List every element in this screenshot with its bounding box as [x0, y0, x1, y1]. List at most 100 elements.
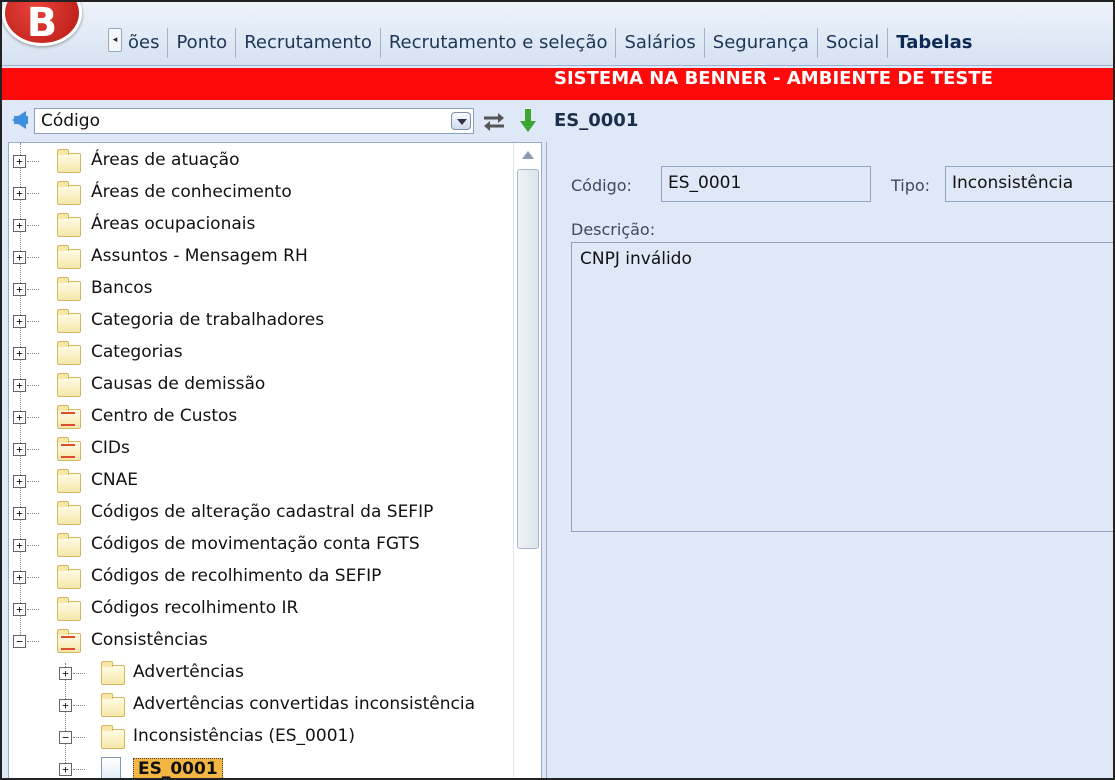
collapse-icon[interactable]: −: [59, 731, 72, 744]
menu-item-salarios[interactable]: Salários: [616, 28, 705, 58]
expand-icon[interactable]: +: [13, 251, 26, 264]
descricao-label: Descrição:: [571, 220, 656, 239]
menu-item-recrutamento[interactable]: Recrutamento: [236, 28, 381, 58]
folder-icon: [57, 213, 81, 237]
folder-icon: [101, 725, 125, 749]
environment-banner: SISTEMA NA BENNER - AMBIENTE DE TESTE: [2, 68, 1113, 100]
tipo-field[interactable]: Inconsistência: [945, 166, 1113, 202]
tree-item-label: Códigos recolhimento IR: [91, 598, 299, 618]
tree-connector: [27, 257, 39, 258]
tree-item-label: Advertências convertidas inconsistência: [133, 694, 476, 714]
folder-icon: [57, 469, 81, 493]
expand-icon[interactable]: +: [13, 155, 26, 168]
folder-icon: [57, 245, 81, 269]
expand-icon[interactable]: +: [13, 507, 26, 520]
tree-order-combo[interactable]: Código: [34, 108, 474, 134]
tree-item-label: Categorias: [91, 342, 183, 362]
tree-connector: [27, 481, 39, 482]
folder-icon: [57, 501, 81, 525]
expand-icon[interactable]: +: [13, 187, 26, 200]
menu-scroll-left-button[interactable]: ◂: [108, 28, 122, 52]
menu-item-acoes[interactable]: ões: [124, 28, 169, 58]
tree-item-label: Bancos: [91, 278, 153, 298]
tree-item-label: Áreas ocupacionais: [91, 214, 256, 234]
list-folder-icon: [57, 629, 81, 653]
tree-item-label: Códigos de alteração cadastral da SEFIP: [91, 502, 434, 522]
expand-icon[interactable]: +: [13, 379, 26, 392]
tree-order-combo-value: Código: [41, 111, 100, 131]
back-arrow-icon[interactable]: [12, 111, 28, 129]
folder-icon: [57, 373, 81, 397]
top-menu-bar: B ◂ ões Ponto Recrutamento Recrutamento …: [2, 2, 1113, 66]
chevron-down-icon[interactable]: [451, 112, 471, 130]
menu-item-social[interactable]: Social: [818, 28, 889, 58]
record-title: ES_0001: [554, 110, 639, 131]
expand-icon[interactable]: +: [59, 699, 72, 712]
expand-icon[interactable]: +: [13, 539, 26, 552]
tree-connector: [27, 289, 39, 290]
tree-item-label: Inconsistências (ES_0001): [133, 726, 355, 746]
folder-icon: [57, 597, 81, 621]
tree-connector: [73, 705, 85, 706]
toolbar: Código ES_0001: [2, 102, 1113, 140]
expand-icon[interactable]: +: [13, 443, 26, 456]
tree-connector: [27, 353, 39, 354]
tree-item-label: Advertências: [133, 662, 244, 682]
tree-item-label: Códigos de movimentação conta FGTS: [91, 534, 420, 554]
folder-icon: [101, 693, 125, 717]
document-icon: [101, 757, 121, 778]
folder-icon: [57, 565, 81, 589]
expand-icon[interactable]: +: [13, 219, 26, 232]
codigo-field[interactable]: ES_0001: [661, 166, 871, 202]
tree-connector: [27, 641, 39, 642]
collapse-icon[interactable]: −: [13, 635, 26, 648]
tipo-label: Tipo:: [891, 176, 931, 195]
folder-icon: [57, 533, 81, 557]
expand-icon[interactable]: +: [13, 475, 26, 488]
menu-item-ponto[interactable]: Ponto: [168, 28, 237, 58]
expand-icon[interactable]: +: [13, 603, 26, 616]
tree-connector: [73, 769, 85, 770]
tree-connector: [27, 193, 39, 194]
folder-icon: [57, 277, 81, 301]
expand-icon[interactable]: +: [13, 571, 26, 584]
tree-connector: [27, 161, 39, 162]
tree-item-label-selected: ES_0001: [133, 758, 223, 778]
expand-icon[interactable]: +: [13, 347, 26, 360]
record-form-panel: Código: ES_0001 Tipo: Inconsistência Des…: [546, 142, 1113, 778]
folder-icon: [101, 661, 125, 685]
tree-scrollbar[interactable]: [513, 143, 541, 778]
tree-connector: [73, 737, 85, 738]
folder-icon: [57, 309, 81, 333]
expand-icon[interactable]: +: [13, 315, 26, 328]
expand-icon[interactable]: +: [59, 763, 72, 776]
tree-item-label: Áreas de atuação: [91, 150, 240, 170]
tree-item-label: Áreas de conhecimento: [91, 182, 292, 202]
tree-connector: [27, 417, 39, 418]
tree-panel: + Áreas de atuação + Áreas de conhecimen…: [8, 142, 542, 778]
menu-item-tabelas[interactable]: Tabelas: [888, 28, 980, 58]
tree-connector: [27, 513, 39, 514]
swap-arrows-icon[interactable]: [480, 111, 508, 133]
expand-icon[interactable]: +: [59, 667, 72, 680]
module-menu: ões Ponto Recrutamento Recrutamento e se…: [124, 24, 980, 62]
scroll-up-icon[interactable]: [522, 151, 534, 159]
tree-connector: [27, 577, 39, 578]
descricao-textarea[interactable]: CNPJ inválido: [571, 242, 1113, 532]
tree-item-label: Assuntos - Mensagem RH: [91, 246, 308, 266]
app-window: B ◂ ões Ponto Recrutamento Recrutamento …: [0, 0, 1115, 780]
benner-logo: B: [2, 2, 82, 46]
menu-item-seguranca[interactable]: Segurança: [705, 28, 818, 58]
list-folder-icon: [57, 405, 81, 429]
tree-item-label: Consistências: [91, 630, 208, 650]
menu-item-recrutamento-selecao[interactable]: Recrutamento e seleção: [381, 28, 617, 58]
green-down-arrow-icon[interactable]: [518, 108, 538, 134]
expand-icon[interactable]: +: [13, 283, 26, 296]
folder-icon: [57, 341, 81, 365]
scroll-thumb[interactable]: [517, 169, 539, 549]
tree-connector: [27, 609, 39, 610]
codigo-label: Código:: [571, 176, 632, 195]
expand-icon[interactable]: +: [13, 411, 26, 424]
tree-connector: [27, 385, 39, 386]
tree-connector: [27, 449, 39, 450]
